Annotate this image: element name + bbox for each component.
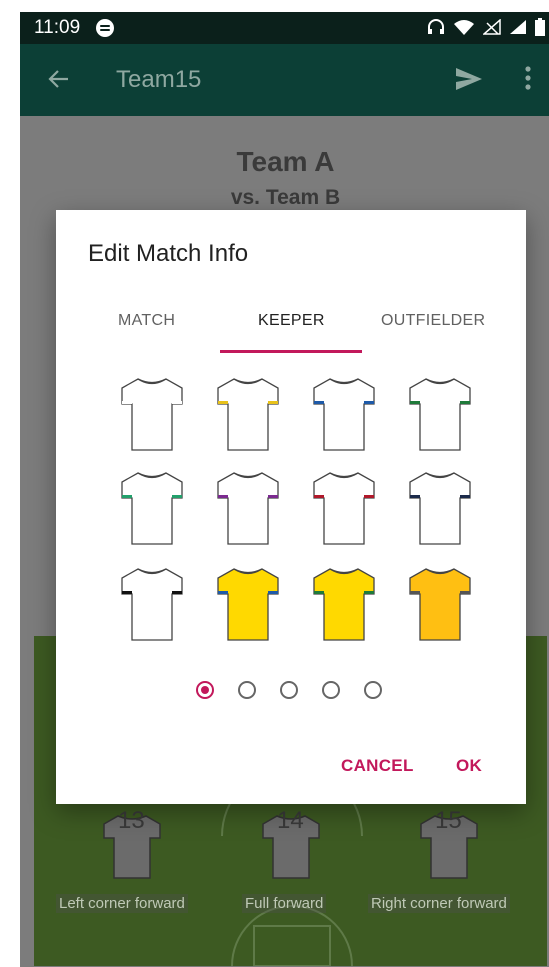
tab-indicator (220, 350, 362, 353)
jersey-option[interactable] (312, 566, 376, 642)
player-position-label: Right corner forward (368, 894, 510, 913)
device-frame: 11:09 Team15 Team A vs. Team B 13 Left c… (0, 0, 549, 967)
page-indicator (56, 678, 526, 702)
jersey-option[interactable] (312, 376, 376, 452)
jersey-option[interactable] (216, 470, 280, 546)
dialog-title: Edit Match Info (88, 240, 249, 267)
page-dot[interactable] (238, 681, 256, 699)
dialog-tabs: MATCH KEEPER OUTFIELDER (56, 304, 526, 354)
signal-off-icon (482, 18, 501, 40)
jersey-option[interactable] (408, 470, 472, 546)
jersey-option[interactable] (120, 566, 184, 642)
jersey-option[interactable] (120, 662, 184, 664)
jersey-icon (409, 568, 471, 641)
battery-icon (535, 18, 545, 41)
jersey-option[interactable] (408, 376, 472, 452)
jersey-option[interactable] (216, 662, 280, 664)
player-number: 14 (277, 807, 304, 834)
jersey-icon (121, 472, 183, 545)
jersey-icon (313, 472, 375, 545)
screen: 11:09 Team15 Team A vs. Team B 13 Left c… (20, 12, 549, 967)
send-icon[interactable] (454, 66, 484, 97)
app-bar-title: Team15 (116, 66, 202, 93)
team-name: Team A (236, 146, 335, 177)
player-position-label: Full forward (242, 894, 327, 913)
player-position-label: Left corner forward (56, 894, 188, 913)
player-number: 15 (435, 807, 462, 834)
jersey-option[interactable] (216, 376, 280, 452)
jersey-icon (217, 472, 279, 545)
jersey-icon (409, 378, 471, 451)
jersey-icon (121, 568, 183, 641)
jersey-icon (313, 568, 375, 641)
spotify-icon (96, 19, 114, 37)
ok-button[interactable]: OK (456, 756, 482, 776)
more-vert-icon[interactable] (524, 64, 532, 97)
jersey-option[interactable] (120, 376, 184, 452)
opponent-name: vs. Team B (230, 186, 341, 209)
jersey-option[interactable] (216, 566, 280, 642)
jersey-option[interactable] (408, 662, 472, 664)
jersey-option[interactable] (312, 470, 376, 546)
jersey-icon (408, 662, 472, 664)
jersey-icon (409, 472, 471, 545)
page-dot[interactable] (322, 681, 340, 699)
jersey-grid (104, 374, 484, 664)
jersey-option[interactable] (120, 470, 184, 546)
cancel-button[interactable]: CANCEL (341, 756, 414, 776)
tab-match[interactable]: MATCH (118, 312, 175, 330)
signal-icon (509, 19, 527, 40)
dialog-actions: CANCEL OK (56, 756, 526, 786)
player-number: 13 (118, 807, 145, 834)
status-bar: 11:09 (20, 12, 549, 44)
status-time: 11:09 (34, 17, 81, 38)
status-icons (427, 18, 545, 41)
tab-outfielder[interactable]: OUTFIELDER (381, 312, 485, 330)
jersey-icon (120, 662, 184, 664)
page-dot[interactable] (280, 681, 298, 699)
tab-keeper[interactable]: KEEPER (258, 312, 325, 330)
app-bar: Team15 (20, 44, 549, 116)
page-dot[interactable] (196, 681, 214, 699)
jersey-icon (216, 662, 280, 664)
jersey-icon (312, 662, 376, 664)
page-dot[interactable] (364, 681, 382, 699)
edit-match-info-dialog: Edit Match Info MATCH KEEPER OUTFIELDER … (56, 210, 526, 804)
wifi-icon (453, 19, 475, 40)
jersey-icon (121, 378, 183, 451)
jersey-icon (217, 568, 279, 641)
headphones-icon (427, 19, 445, 40)
jersey-icon (313, 378, 375, 451)
jersey-option[interactable] (408, 566, 472, 642)
jersey-option[interactable] (312, 662, 376, 664)
jersey-icon (217, 378, 279, 451)
back-arrow-icon[interactable] (48, 68, 70, 95)
